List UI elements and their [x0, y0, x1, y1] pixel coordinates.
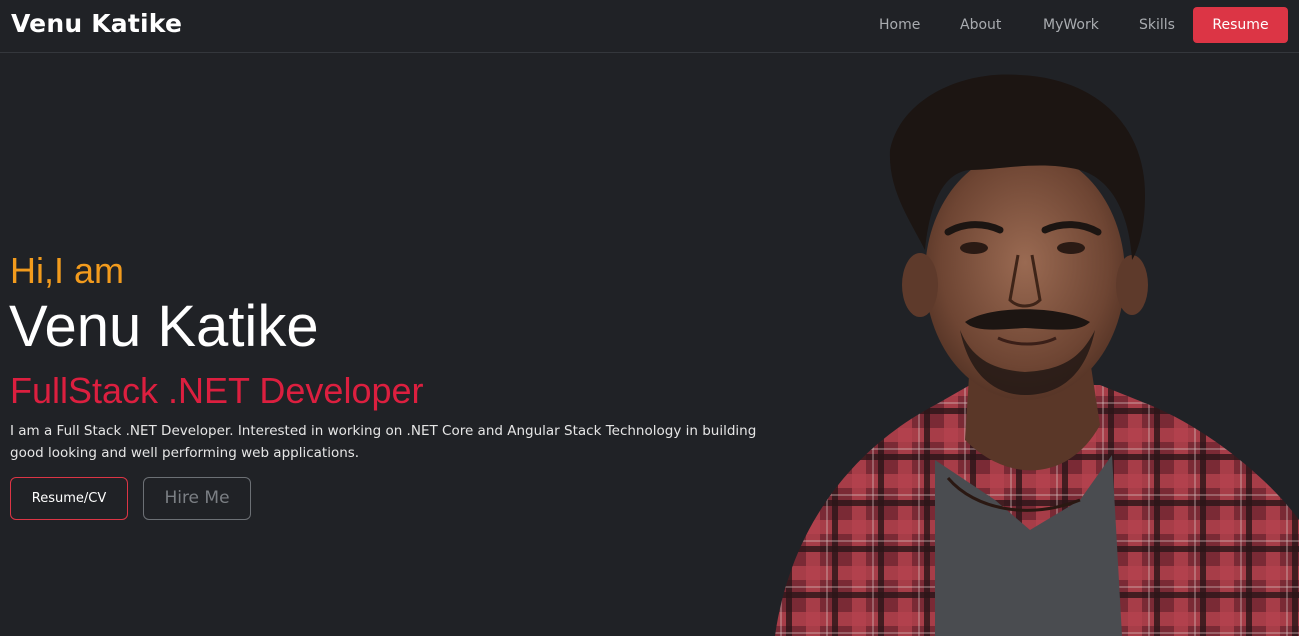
nav-link-about[interactable]: About [960, 17, 1001, 33]
hero-description: I am a Full Stack .NET Developer. Intere… [10, 423, 757, 461]
nav-link-skills[interactable]: Skills [1139, 17, 1175, 33]
nav-link-home[interactable]: Home [879, 17, 920, 33]
hero-role: FullStack .NET Developer [10, 370, 424, 411]
hero-greeting: Hi,I am [10, 250, 125, 291]
hero-name: Venu Katike [9, 294, 319, 359]
hire-me-button[interactable]: Hire Me [143, 477, 251, 520]
nav-link-mywork[interactable]: MyWork [1043, 17, 1099, 33]
top-navbar: Venu Katike Home About MyWork Skills Res… [0, 0, 1299, 53]
profile-photo [775, 74, 1299, 636]
nav-resume-button[interactable]: Resume [1193, 7, 1288, 43]
resume-cv-button[interactable]: Resume/CV [10, 477, 128, 520]
brand-logo[interactable]: Venu Katike [11, 9, 182, 38]
